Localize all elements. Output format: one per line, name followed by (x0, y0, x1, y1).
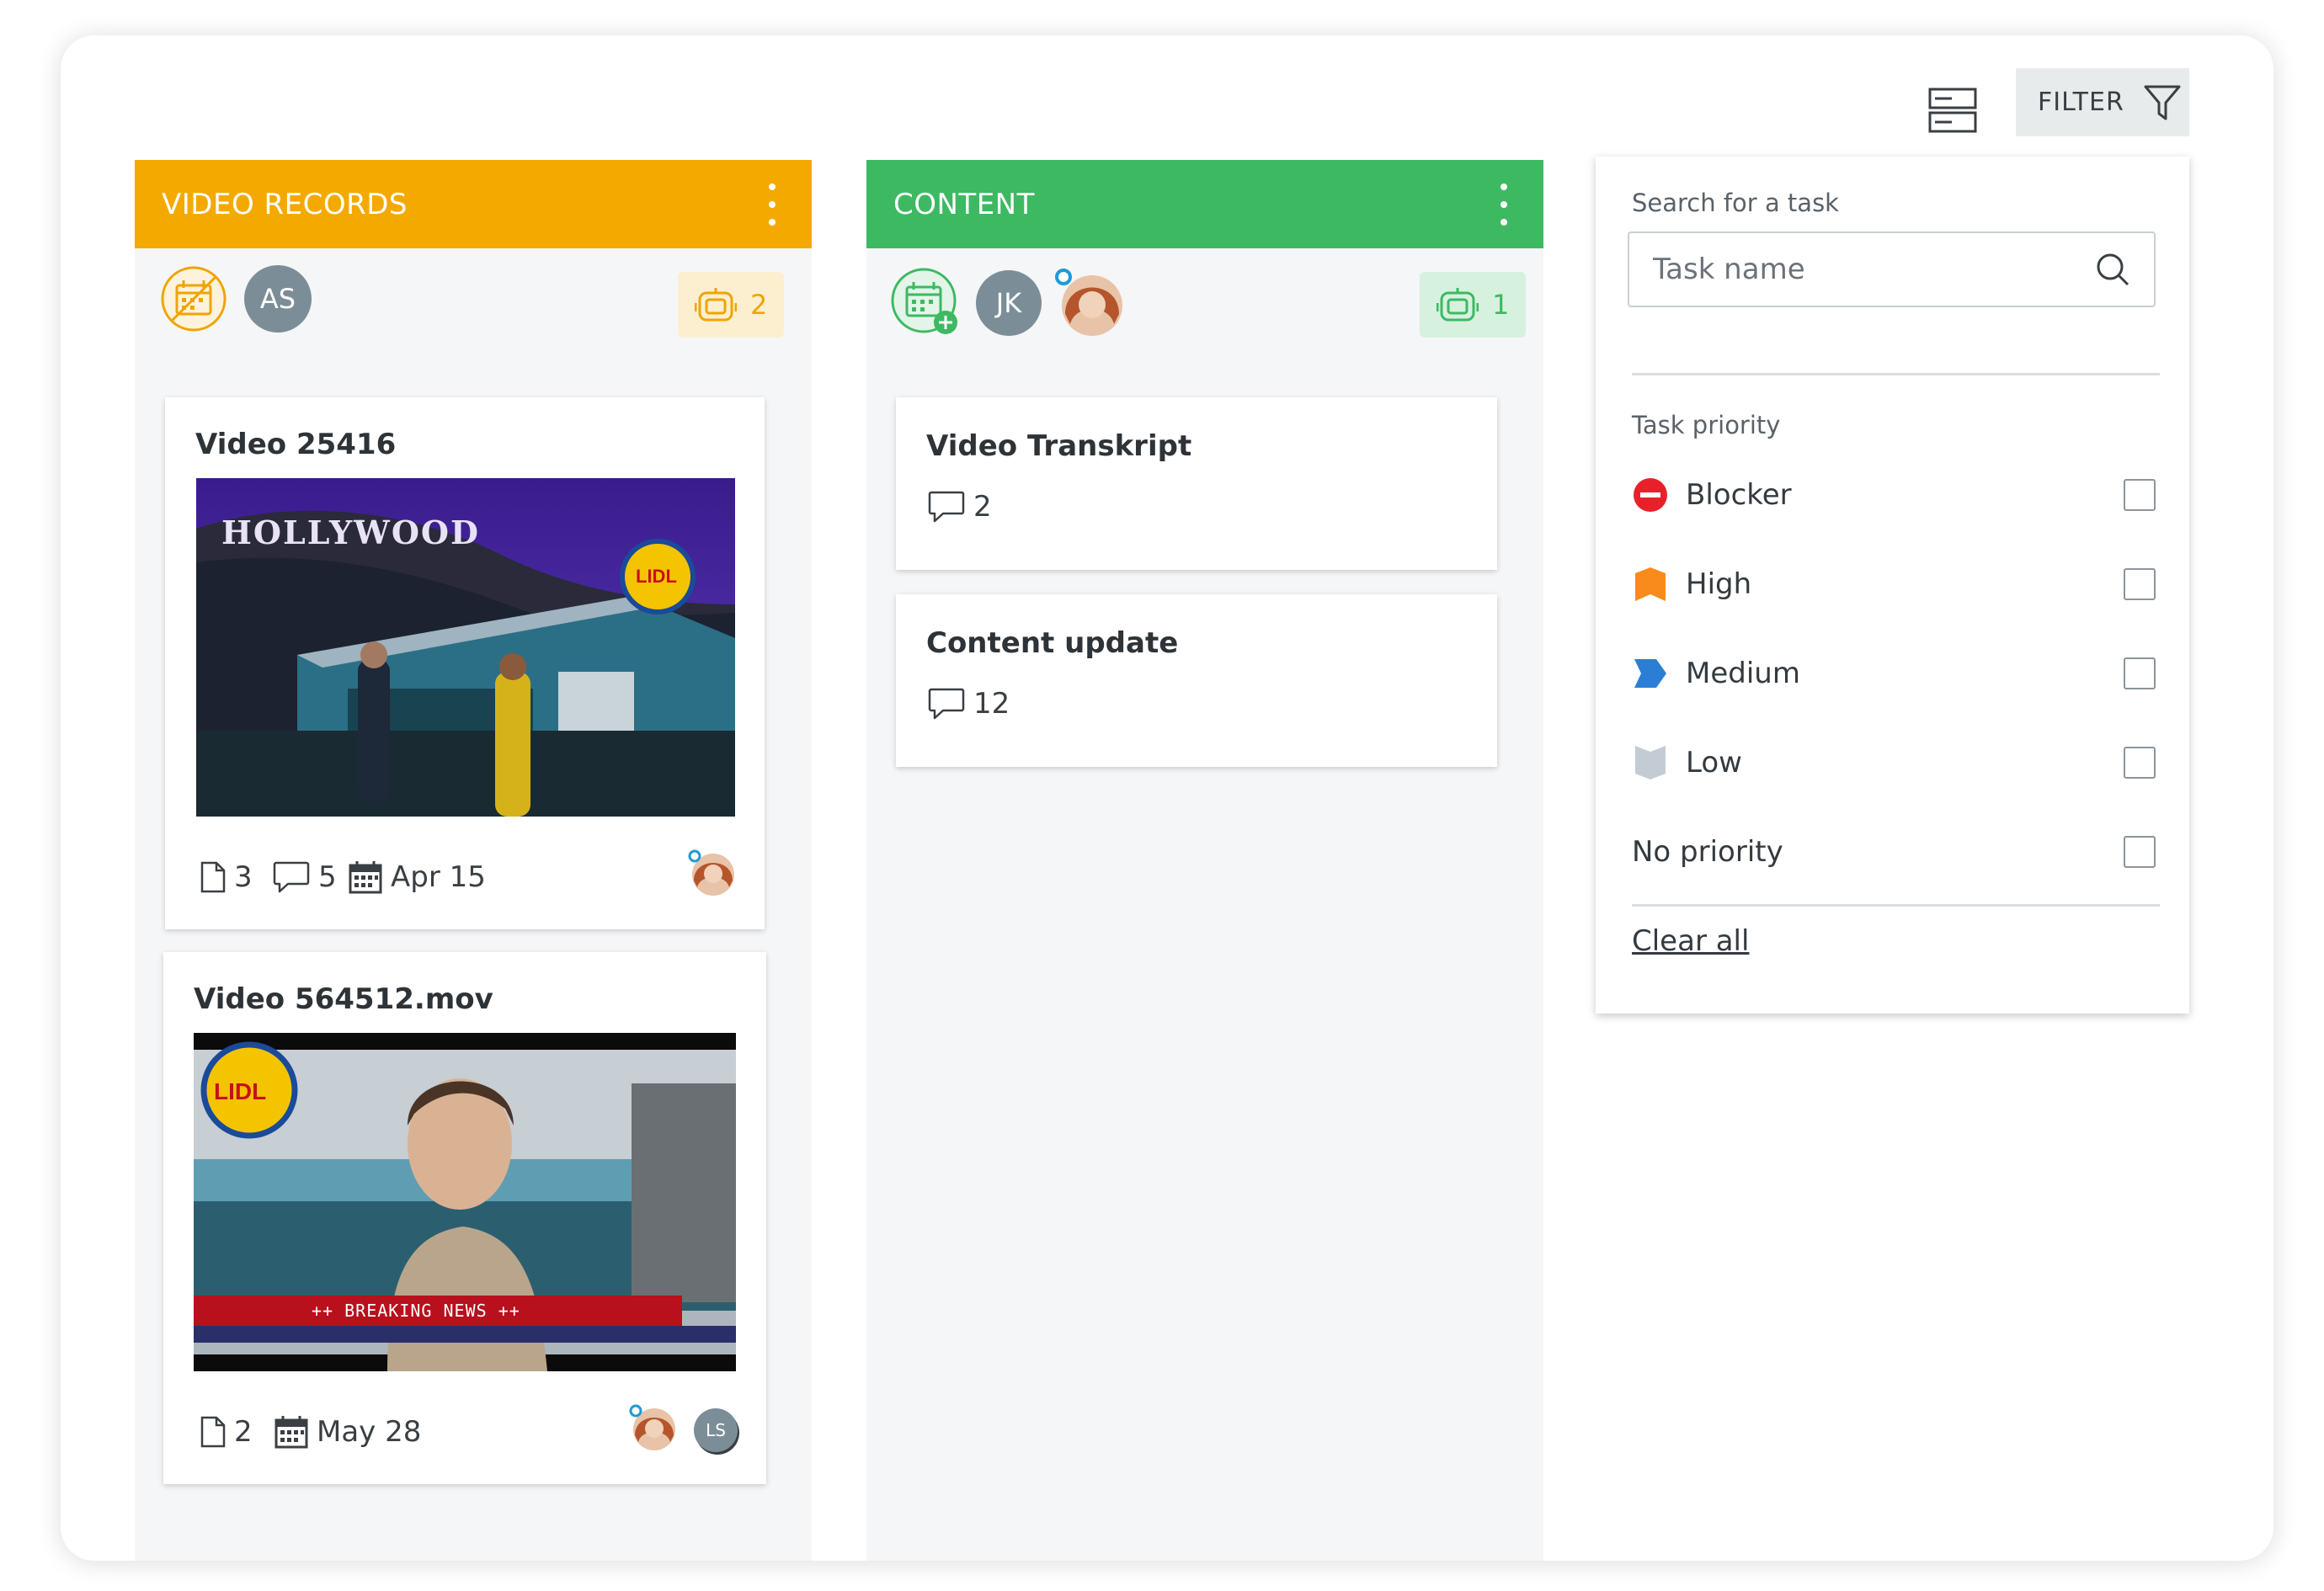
news-ticker: ++ BREAKING NEWS ++ (312, 1301, 520, 1321)
priority-option-blocker[interactable]: Blocker (1632, 470, 2156, 520)
calendar-icon (275, 1416, 308, 1449)
comments-count: 5 (273, 860, 337, 894)
search-label: Search for a task (1632, 189, 1839, 217)
priority-checkbox[interactable] (2124, 836, 2156, 868)
task-card[interactable]: Video Transkript 2 (896, 397, 1497, 570)
video-thumbnail[interactable]: HOLLYWOOD LIDL (196, 478, 735, 817)
store-logo: LIDL (214, 1078, 267, 1104)
column-title: VIDEO RECORDS (162, 187, 408, 221)
list-layout-icon (1928, 88, 1977, 133)
member-avatar-photo[interactable] (1053, 267, 1124, 338)
store-logo: LIDL (636, 566, 677, 587)
column-header: CONTENT (866, 160, 1543, 248)
search-icon[interactable] (2095, 252, 2130, 287)
funnel-icon (2144, 85, 2181, 120)
assignee-avatar[interactable] (687, 849, 736, 897)
comment-icon (928, 491, 965, 523)
automation-badge[interactable]: 2 (678, 272, 785, 338)
priority-option-none[interactable]: No priority (1632, 827, 2156, 877)
kanban-board: FILTER VIDEO RECORDS AS 2 Video 25416 HO… (61, 35, 2273, 1561)
priority-option-high[interactable]: High (1632, 559, 2156, 609)
column-header: VIDEO RECORDS (135, 160, 812, 248)
comments-count: 2 (928, 490, 992, 524)
task-title: Video 564512.mov (194, 982, 493, 1016)
column-content: CONTENT JK 1 Video Transkript 2 Content … (866, 160, 1543, 1561)
column-meta: JK 1 (866, 248, 1543, 354)
priority-label: Task priority (1632, 411, 1781, 439)
priority-checkbox[interactable] (2124, 657, 2156, 689)
attachments-count: 3 (200, 860, 253, 894)
column-video-records: VIDEO RECORDS AS 2 Video 25416 HOLLYWOOD… (135, 160, 812, 1561)
automation-count: 1 (1492, 289, 1510, 321)
automation-count: 2 (750, 289, 768, 321)
column-meta: AS 2 (135, 248, 812, 354)
search-box (1628, 231, 2156, 307)
comment-icon (928, 688, 965, 720)
file-icon (200, 1416, 226, 1448)
filter-button[interactable]: FILTER (2016, 68, 2189, 136)
task-card[interactable]: Video 564512.mov LIDL ++ BREAKING NEWS +… (163, 952, 766, 1484)
assignee-avatar[interactable] (628, 1403, 677, 1452)
priority-option-medium[interactable]: Medium (1632, 648, 2156, 699)
priority-checkbox[interactable] (2124, 479, 2156, 511)
robot-icon (1437, 288, 1479, 322)
priority-option-low[interactable]: Low (1632, 737, 2156, 788)
due-date: May 28 (275, 1415, 421, 1449)
column-title: CONTENT (893, 187, 1035, 221)
column-menu-button[interactable] (760, 183, 785, 226)
robot-icon (695, 288, 737, 322)
task-card[interactable]: Video 25416 HOLLYWOOD LIDL 3 5 Apr 15 (165, 397, 765, 929)
file-icon (200, 861, 226, 893)
no-due-date-icon[interactable] (160, 265, 227, 333)
view-toggle-button[interactable] (1922, 80, 1983, 141)
due-date: Apr 15 (349, 860, 486, 894)
avatar-initials: LS (706, 1420, 726, 1440)
divider (1632, 904, 2160, 907)
thumbnail-caption: HOLLYWOOD (221, 513, 480, 551)
attachments-count: 2 (200, 1415, 253, 1449)
task-title: Content update (926, 626, 1179, 660)
flag-high-icon (1632, 566, 1669, 603)
filter-button-label: FILTER (2038, 88, 2124, 117)
task-title: Video Transkript (926, 429, 1192, 463)
divider (1632, 373, 2160, 375)
filter-panel: Search for a task Task priority Blocker … (1596, 157, 2189, 1014)
priority-checkbox[interactable] (2124, 747, 2156, 779)
calendar-icon (349, 861, 382, 894)
member-avatar[interactable]: AS (244, 265, 312, 333)
automation-badge[interactable]: 1 (1420, 272, 1527, 338)
comment-icon (273, 861, 310, 893)
video-thumbnail[interactable]: LIDL ++ BREAKING NEWS ++ (194, 1033, 736, 1371)
task-card[interactable]: Content update 12 (896, 594, 1497, 767)
priority-checkbox[interactable] (2124, 568, 2156, 600)
task-title: Video 25416 (195, 428, 397, 461)
flag-low-icon (1632, 744, 1669, 781)
avatar-initials: AS (259, 283, 296, 315)
column-menu-button[interactable] (1491, 183, 1516, 226)
member-avatar[interactable]: JK (976, 270, 1042, 336)
arrow-medium-icon (1632, 655, 1669, 692)
clear-all-link[interactable]: Clear all (1632, 924, 1749, 958)
avatar-initials: JK (995, 287, 1022, 319)
set-due-date-icon[interactable] (890, 267, 961, 338)
assignee-avatar[interactable]: LS (694, 1408, 738, 1452)
blocker-icon (1632, 476, 1669, 513)
comments-count: 12 (928, 687, 1010, 721)
search-input[interactable] (1653, 253, 2074, 286)
